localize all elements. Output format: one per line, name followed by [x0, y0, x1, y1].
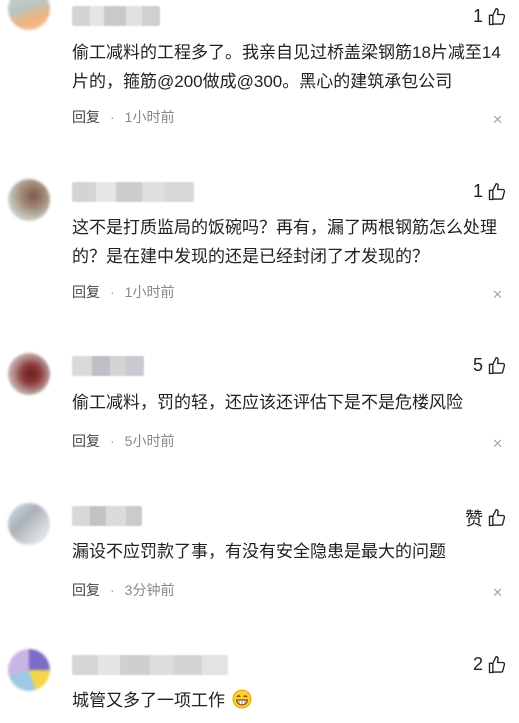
- thumbs-up-icon: [488, 356, 506, 374]
- close-icon[interactable]: ✕: [492, 436, 503, 452]
- comment-text: 偷工减料的工程多了。我亲自见过桥盖梁钢筋18片减至14片的，箍筋@200做成@3…: [72, 43, 501, 91]
- like-count: 1: [472, 181, 483, 201]
- thumbs-up-icon: [488, 7, 506, 25]
- separator: ·: [110, 109, 115, 125]
- separator: ·: [110, 284, 115, 300]
- comment-meta: 回复 · 3分钟前: [72, 580, 174, 600]
- comment-text: 偷工减料，罚的轻，还应该还评估下是不是危楼风险: [72, 393, 463, 412]
- like-button[interactable]: 1: [473, 6, 507, 27]
- timestamp: 5小时前: [124, 433, 175, 449]
- comment-meta: 回复 · 5小时前: [72, 431, 174, 451]
- timestamp: 3分钟前: [124, 582, 175, 598]
- username[interactable]: [72, 506, 142, 526]
- avatar[interactable]: [8, 0, 50, 30]
- like-count: 1: [472, 6, 483, 26]
- comment-meta: 回复 · 1小时前: [72, 107, 174, 127]
- separator: ·: [110, 582, 115, 598]
- like-count: 赞: [465, 509, 483, 529]
- comment-text-content: 城管又多了一项工作: [72, 691, 225, 710]
- thumbs-up-icon: [488, 508, 506, 527]
- comment-text: 这不是打质监局的饭碗吗？再有，漏了两根钢筋怎么处理的？是在建中发现的还是已经封闭…: [72, 218, 497, 266]
- close-icon[interactable]: ✕: [492, 585, 503, 601]
- separator: ·: [110, 433, 115, 449]
- like-button[interactable]: 2: [473, 654, 507, 675]
- thumbs-up-icon: [488, 182, 506, 200]
- like-button[interactable]: 赞: [465, 505, 507, 531]
- reply-button[interactable]: 回复: [72, 282, 100, 302]
- avatar[interactable]: [8, 649, 50, 691]
- comment-text: 漏设不应罚款了事，有没有安全隐患是最大的问题: [72, 542, 446, 561]
- close-icon[interactable]: ✕: [492, 112, 503, 128]
- reply-button[interactable]: 回复: [72, 580, 100, 600]
- avatar[interactable]: [8, 353, 50, 395]
- username[interactable]: [72, 356, 144, 376]
- like-count: 2: [472, 654, 483, 674]
- timestamp: 1小时前: [124, 284, 175, 300]
- username[interactable]: [72, 655, 228, 675]
- avatar[interactable]: [8, 179, 50, 221]
- comment-meta: 回复 · 1小时前: [72, 282, 174, 302]
- close-icon[interactable]: ✕: [492, 287, 503, 303]
- like-count: 5: [472, 355, 483, 375]
- username[interactable]: [72, 182, 194, 202]
- reply-button[interactable]: 回复: [72, 431, 100, 451]
- username[interactable]: [72, 6, 160, 26]
- like-button[interactable]: 1: [473, 181, 507, 202]
- timestamp: 1小时前: [124, 109, 175, 125]
- like-button[interactable]: 5: [473, 355, 507, 376]
- reply-button[interactable]: 回复: [72, 107, 100, 127]
- grin-emoji-icon: [232, 689, 252, 709]
- comment-text: 城管又多了一项工作: [72, 686, 512, 715]
- thumbs-up-icon: [488, 655, 506, 673]
- avatar[interactable]: [8, 503, 50, 545]
